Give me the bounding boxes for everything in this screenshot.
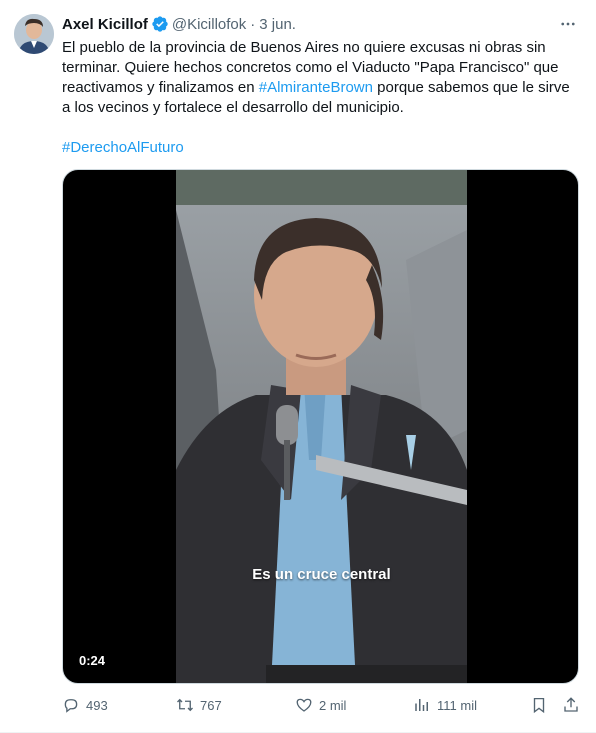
author-name[interactable]: Axel Kicillof [62, 16, 148, 33]
reply-icon [64, 699, 78, 713]
tweet-hashtag-line: #DerechoAlFuturo [62, 138, 582, 158]
bookmark-icon [533, 697, 545, 714]
avatar[interactable] [14, 14, 54, 54]
separator: · [250, 15, 256, 33]
more-icon[interactable] [556, 14, 580, 34]
like-button[interactable]: 2 mil [295, 696, 346, 714]
tweet[interactable]: Axel Kicillof @Kicillofok · 3 jun. El pu… [0, 0, 596, 733]
views-icon [415, 699, 428, 711]
share-button[interactable] [562, 696, 586, 714]
retweet-count: 767 [200, 697, 222, 713]
bookmark-button[interactable] [530, 696, 554, 714]
hashtag-almirantebrown[interactable]: #AlmiranteBrown [259, 79, 373, 96]
like-count: 2 mil [319, 697, 347, 713]
retweet-icon [177, 698, 193, 712]
video-player[interactable]: Es un cruce central 0:24 [62, 169, 579, 684]
tweet-text: El pueblo de la provincia de Buenos Aire… [62, 38, 582, 158]
video-thumbnail [176, 170, 467, 683]
tweet-body: El pueblo de la provincia de Buenos Aire… [62, 38, 582, 118]
share-icon [564, 697, 578, 712]
tweet-date[interactable]: 3 jun. [259, 16, 296, 33]
reply-button[interactable]: 493 [62, 696, 108, 714]
views-button[interactable]: 111 mil [413, 696, 477, 714]
video-duration: 0:24 [79, 653, 106, 668]
verified-icon [151, 15, 169, 33]
views-count: 111 mil [437, 697, 477, 713]
tweet-header: Axel Kicillof @Kicillofok · 3 jun. [62, 14, 582, 34]
video-frame[interactable]: Es un cruce central [176, 170, 467, 683]
hashtag-derechoalfuturo[interactable]: #DerechoAlFuturo [62, 139, 184, 156]
author-handle[interactable]: @Kicillofok [172, 16, 246, 33]
reply-count: 493 [86, 697, 108, 713]
like-icon [296, 698, 312, 712]
action-bar: 493 767 2 mil 111 mil [62, 696, 582, 720]
video-caption: Es un cruce central [252, 566, 391, 583]
retweet-button[interactable]: 767 [176, 696, 222, 714]
